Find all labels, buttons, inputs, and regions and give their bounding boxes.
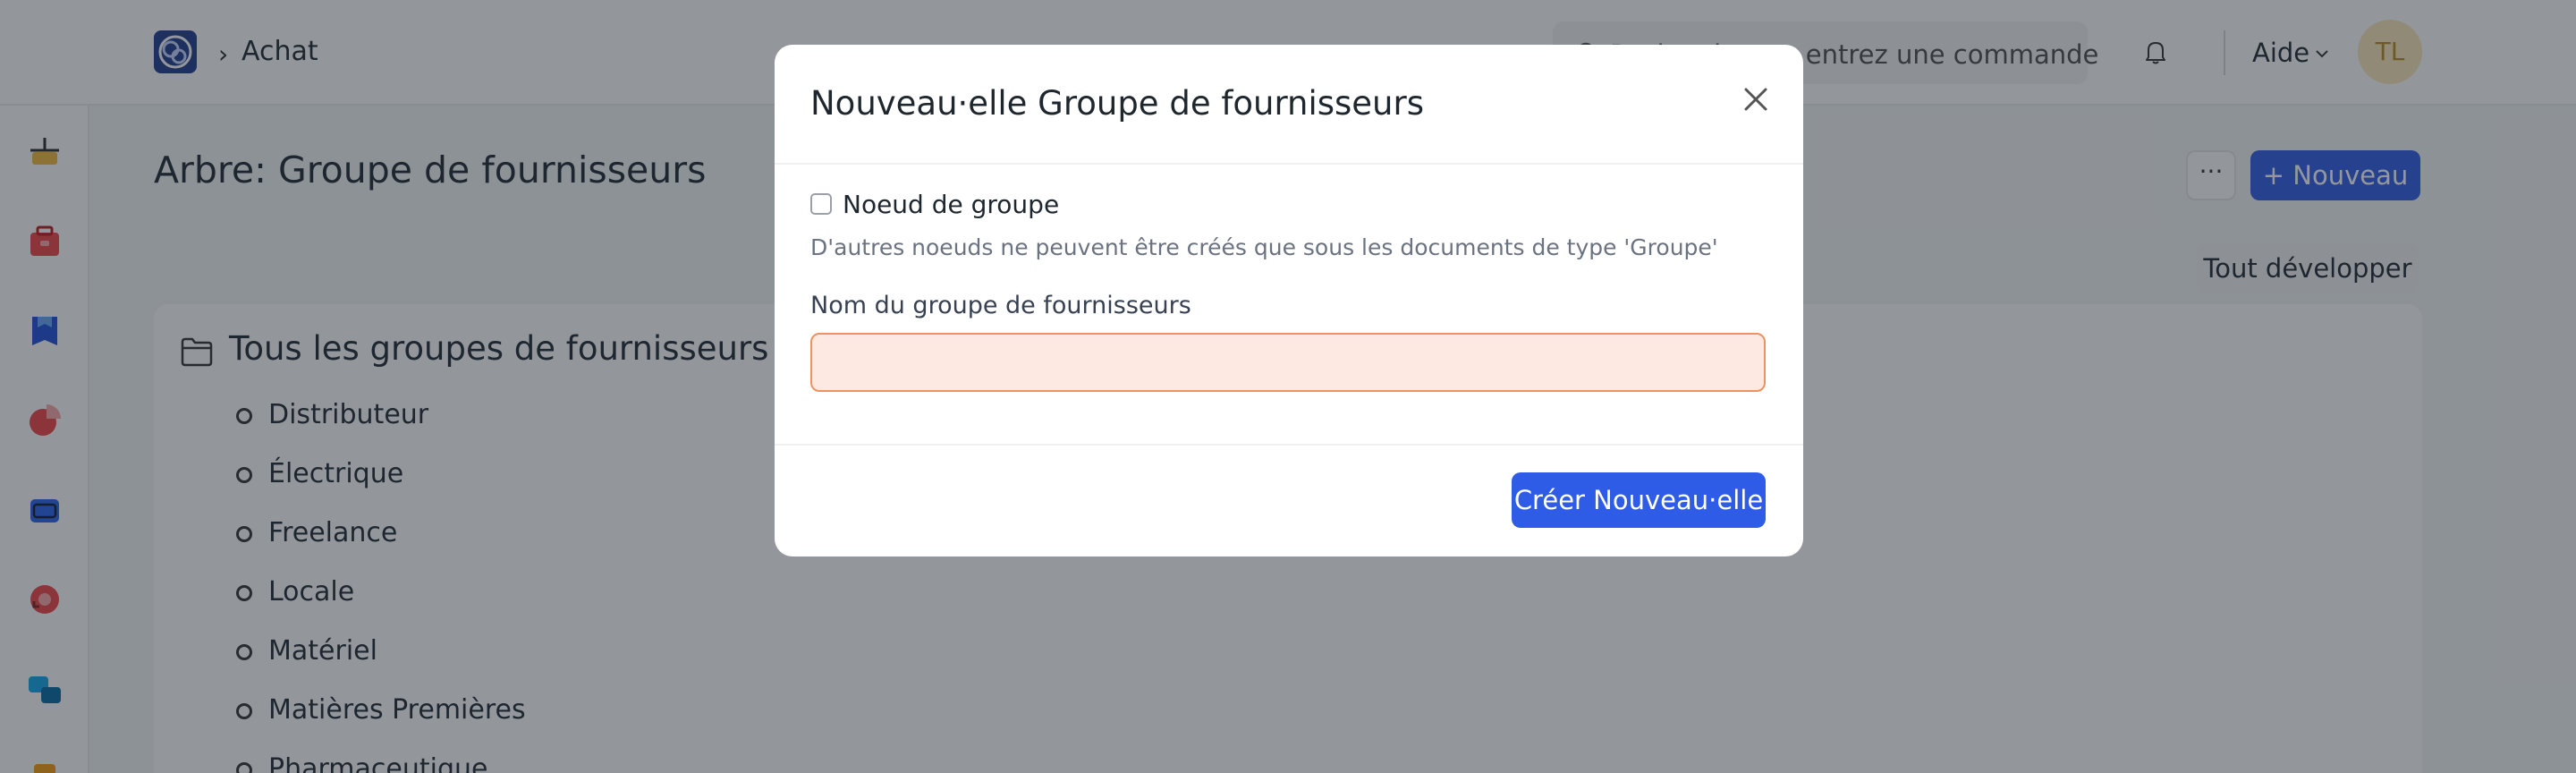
dialog-divider: [775, 163, 1803, 165]
close-icon[interactable]: [1737, 81, 1775, 118]
group-node-label[interactable]: Noeud de groupe: [843, 190, 1059, 219]
supplier-group-name-label: Nom du groupe de fournisseurs: [810, 292, 1191, 319]
group-node-help-text: D'autres noeuds ne peuvent être créés qu…: [810, 234, 1718, 260]
dialog-title: Nouveau·elle Groupe de fournisseurs: [810, 84, 1424, 123]
group-node-checkbox[interactable]: [810, 193, 832, 215]
supplier-group-name-input[interactable]: [810, 333, 1766, 392]
create-new-button[interactable]: Créer Nouveau·elle: [1512, 472, 1766, 528]
dialog-footer-divider: [775, 444, 1803, 446]
new-supplier-group-dialog: Nouveau·elle Groupe de fournisseurs Noeu…: [775, 45, 1803, 556]
